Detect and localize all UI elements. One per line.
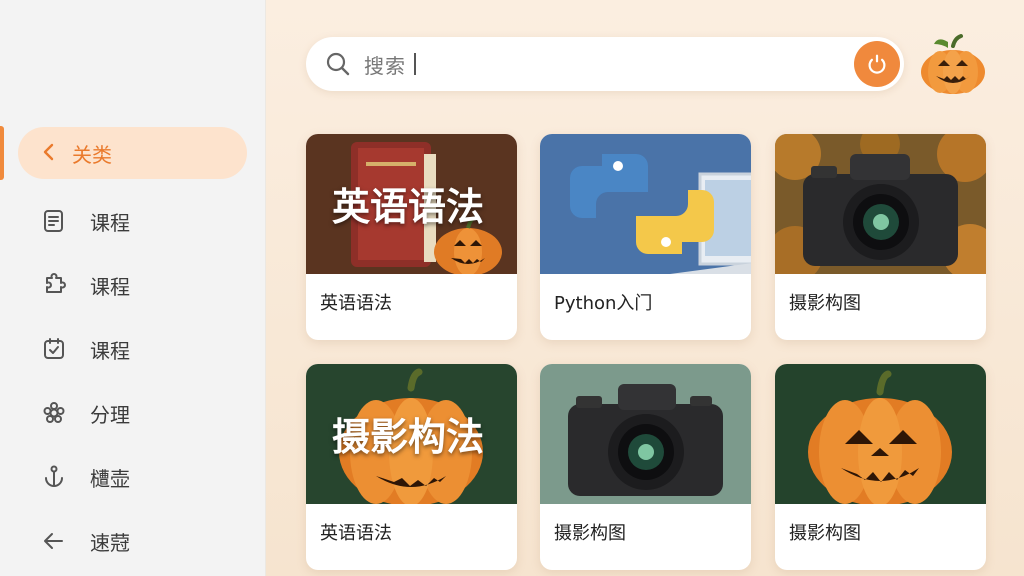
sidebar-item-label: 课程 bbox=[90, 274, 130, 299]
course-card[interactable]: 摄影构图 bbox=[775, 364, 986, 570]
search-bar[interactable]: 搜索 bbox=[306, 37, 904, 91]
course-card[interactable]: 摄影构图 bbox=[775, 134, 986, 340]
card-thumbnail bbox=[540, 364, 751, 504]
calendar-check-icon bbox=[40, 335, 68, 363]
card-thumbnail bbox=[540, 134, 751, 274]
course-card[interactable]: 摄影构图 bbox=[540, 364, 751, 570]
active-indicator bbox=[0, 126, 4, 180]
sidebar-item-label: 课程 bbox=[90, 338, 130, 363]
main-content: 搜索 英语语法 英语语法 Python入门 摄影构图 摄影构法 英语语法 摄影构… bbox=[266, 0, 1024, 576]
sidebar-item-label: 㯾壶 bbox=[90, 466, 130, 491]
chevron-left-icon bbox=[42, 143, 56, 164]
search-icon bbox=[324, 50, 352, 78]
card-title: 摄影构图 bbox=[554, 523, 626, 544]
card-title: 英语语法 bbox=[320, 523, 392, 544]
search-input[interactable]: 搜索 bbox=[364, 50, 406, 79]
sidebar-item-back[interactable]: 速蒄 bbox=[40, 521, 130, 561]
sidebar-item-active[interactable]: 关类 bbox=[18, 127, 247, 179]
note-icon bbox=[40, 207, 68, 235]
sidebar-item-course-2[interactable]: 课程 bbox=[40, 265, 130, 305]
course-card[interactable]: 摄影构法 英语语法 bbox=[306, 364, 517, 570]
sidebar-item-label: 速蒄 bbox=[90, 530, 130, 555]
settings-flower-icon bbox=[40, 399, 68, 427]
course-card[interactable]: 英语语法 英语语法 bbox=[306, 134, 517, 340]
refresh-button[interactable] bbox=[854, 41, 900, 87]
sidebar: 关类 课程 课程 课程 分理 㯾壶 速蒄 bbox=[0, 0, 266, 576]
anchor-icon bbox=[40, 463, 68, 491]
card-title: Python入门 bbox=[554, 293, 653, 314]
text-cursor bbox=[414, 53, 416, 75]
card-thumbnail bbox=[775, 134, 986, 274]
course-card[interactable]: Python入门 bbox=[540, 134, 751, 340]
pumpkin-avatar-icon[interactable] bbox=[918, 30, 988, 96]
sidebar-item-course-1[interactable]: 课程 bbox=[40, 201, 130, 241]
sidebar-item-label: 分理 bbox=[90, 402, 130, 427]
card-thumbnail bbox=[775, 364, 986, 504]
card-title: 摄影构图 bbox=[789, 293, 861, 314]
sidebar-item-label: 关类 bbox=[72, 142, 112, 167]
card-title: 摄影构图 bbox=[789, 523, 861, 544]
card-overlay-text: 英语语法 bbox=[332, 185, 485, 229]
sidebar-item-search[interactable]: 㯾壶 bbox=[40, 457, 130, 497]
arrow-left-icon bbox=[40, 527, 68, 555]
card-title: 英语语法 bbox=[320, 293, 392, 314]
sidebar-item-label: 课程 bbox=[90, 210, 130, 235]
puzzle-icon bbox=[40, 271, 68, 299]
sidebar-item-course-3[interactable]: 课程 bbox=[40, 329, 130, 369]
refresh-icon bbox=[868, 54, 886, 74]
sidebar-item-manage[interactable]: 分理 bbox=[40, 393, 130, 433]
card-overlay-text: 摄影构法 bbox=[332, 415, 485, 459]
